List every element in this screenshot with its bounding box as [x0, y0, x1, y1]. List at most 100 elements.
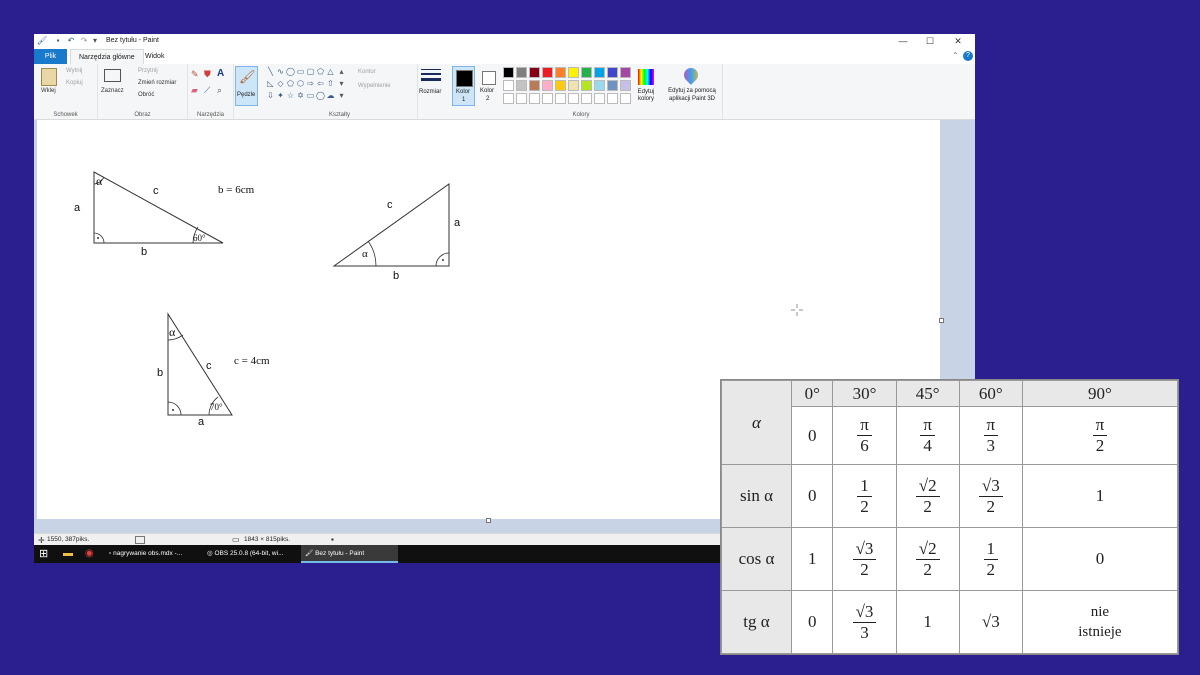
star5-shape-icon[interactable]: ☆ — [286, 91, 295, 100]
palette-color-swatch[interactable] — [607, 80, 618, 91]
shapes-scroll-up-icon[interactable]: ▴ — [337, 67, 346, 76]
palette-color-swatch[interactable] — [568, 67, 579, 78]
palette-color-swatch[interactable] — [620, 80, 631, 91]
paint3d-button[interactable]: Edytuj za pomocą aplikacji Paint 3D — [662, 87, 722, 103]
right-triangle-shape-icon[interactable]: ◺ — [266, 79, 275, 88]
select-button[interactable]: Zaznacz — [101, 88, 124, 94]
palette-color-swatch[interactable] — [594, 80, 605, 91]
eraser-icon[interactable]: ▰ — [191, 85, 198, 96]
palette-color-swatch[interactable] — [516, 80, 527, 91]
crop-button[interactable]: Przytnij — [138, 68, 158, 74]
tab-view[interactable]: Widok — [137, 49, 172, 64]
palette-custom-swatch[interactable] — [555, 93, 566, 104]
tab-file[interactable]: Plik — [34, 49, 67, 64]
rectangle-shape-icon[interactable]: ▭ — [296, 67, 305, 76]
star4-shape-icon[interactable]: ✦ — [276, 91, 285, 100]
palette-color-swatch[interactable] — [529, 80, 540, 91]
cloud-shape-icon[interactable]: ☁ — [326, 91, 335, 100]
arrow-left-shape-icon[interactable]: ⇦ — [316, 79, 325, 88]
star6-shape-icon[interactable]: ✡ — [296, 91, 305, 100]
paste-icon[interactable] — [41, 68, 57, 86]
arrow-right-shape-icon[interactable]: ⇨ — [306, 79, 315, 88]
hexagon-shape-icon[interactable]: ⬡ — [296, 79, 305, 88]
shapes-expand-icon[interactable]: ▾ — [337, 91, 346, 100]
palette-custom-swatch[interactable] — [516, 93, 527, 104]
palette-custom-swatch[interactable] — [568, 93, 579, 104]
palette-color-swatch[interactable] — [620, 67, 631, 78]
palette-color-swatch[interactable] — [529, 67, 540, 78]
palette-custom-swatch[interactable] — [503, 93, 514, 104]
diamond-shape-icon[interactable]: ◇ — [276, 79, 285, 88]
palette-custom-swatch[interactable] — [529, 93, 540, 104]
palette-color-swatch[interactable] — [503, 80, 514, 91]
palette-custom-swatch[interactable] — [594, 93, 605, 104]
tab-home[interactable]: Narzędzia główne — [70, 49, 144, 65]
magnifier-icon[interactable]: ⌕ — [217, 85, 222, 96]
palette-custom-swatch[interactable] — [542, 93, 553, 104]
palette-color-swatch[interactable] — [503, 67, 514, 78]
shapes-scroll-down-icon[interactable]: ▾ — [337, 79, 346, 88]
palette-custom-swatch[interactable] — [581, 93, 592, 104]
palette-color-swatch[interactable] — [542, 67, 553, 78]
canvas-resize-handle-bottom[interactable] — [486, 518, 491, 523]
copy-button[interactable]: Kopiuj — [66, 80, 83, 86]
pentagon-shape-icon[interactable]: ⬠ — [286, 79, 295, 88]
windows-start-icon[interactable]: ⊞ — [39, 545, 53, 563]
paint3d-icon[interactable] — [681, 65, 701, 85]
canvas-resize-handle-right[interactable] — [939, 318, 944, 323]
callout-oval-shape-icon[interactable]: ◯ — [316, 91, 325, 100]
palette-color-swatch[interactable] — [555, 80, 566, 91]
palette-color-swatch[interactable] — [555, 67, 566, 78]
chrome-icon[interactable]: ◉ — [85, 545, 97, 563]
fill-icon[interactable]: ⛊ — [204, 69, 211, 80]
text-icon[interactable]: A — [217, 68, 224, 79]
quick-access-dropdown-icon[interactable]: ▾ — [90, 36, 100, 46]
palette-color-swatch[interactable] — [581, 80, 592, 91]
taskbar-item-notes[interactable]: ▫ nagrywanie obs.mdx -... — [105, 545, 204, 563]
outline-button[interactable]: Kontur — [358, 69, 376, 75]
close-button[interactable]: ✕ — [944, 35, 972, 48]
palette-color-swatch[interactable] — [594, 67, 605, 78]
maximize-button[interactable]: ☐ — [916, 35, 944, 48]
palette-color-swatch[interactable] — [516, 67, 527, 78]
save-icon[interactable]: ▪ — [53, 36, 63, 46]
fill-button[interactable]: Wypełnienie — [358, 83, 391, 89]
select-icon[interactable] — [104, 69, 121, 82]
palette-color-swatch[interactable] — [542, 80, 553, 91]
triangle-shape-icon[interactable]: △ — [326, 67, 335, 76]
rotate-button[interactable]: Obróć — [138, 92, 154, 98]
curve-shape-icon[interactable]: ∿ — [276, 67, 285, 76]
taskbar-item-obs[interactable]: ◎ OBS 25.0.8 (64-bit, wi... — [203, 545, 301, 563]
undo-icon[interactable]: ↶ — [66, 36, 76, 46]
paste-button[interactable]: Wklej — [41, 88, 56, 94]
oval-shape-icon[interactable]: ◯ — [286, 67, 295, 76]
palette-color-swatch[interactable] — [581, 67, 592, 78]
help-icon[interactable]: ? — [963, 51, 973, 61]
edit-colors-button[interactable]: Edytuj kolory — [634, 67, 658, 107]
minimize-button[interactable]: — — [889, 35, 917, 48]
polygon-shape-icon[interactable]: ⬠ — [316, 67, 325, 76]
palette-color-swatch[interactable] — [568, 80, 579, 91]
collapse-ribbon-icon[interactable]: ⌃ — [952, 51, 959, 60]
palette-custom-swatch[interactable] — [607, 93, 618, 104]
arrow-down-shape-icon[interactable]: ⇩ — [266, 91, 275, 100]
callout-rect-shape-icon[interactable]: ▭ — [306, 91, 315, 100]
cut-button[interactable]: Wytnij — [66, 68, 82, 74]
taskbar-item-paint[interactable]: 🖌 Bez tytułu - Paint — [301, 545, 398, 563]
brushes-button[interactable]: 🖌 Pędzle — [235, 66, 258, 106]
color2-button[interactable]: Kolor 2 — [478, 66, 501, 106]
cell-value: 1 — [807, 549, 817, 568]
pencil-icon[interactable]: ✎ — [191, 69, 199, 80]
palette-custom-swatch[interactable] — [620, 93, 631, 104]
rounded-rect-shape-icon[interactable]: ▢ — [306, 67, 315, 76]
color-picker-icon[interactable]: ⟋ — [204, 85, 210, 96]
arrow-up-shape-icon[interactable]: ⇧ — [326, 79, 335, 88]
shapes-gallery[interactable]: ╲ ∿ ◯ ▭ ▢ ⬠ △ ◺ ◇ ⬠ ⬡ ⇨ ⇦ ⇧ ⇩ ✦ ☆ ✡ ▭ ◯ — [266, 67, 354, 103]
palette-color-swatch[interactable] — [607, 67, 618, 78]
color1-button[interactable]: Kolor 1 — [452, 66, 475, 106]
resize-button[interactable]: Zmień rozmiar — [138, 80, 176, 86]
line-shape-icon[interactable]: ╲ — [266, 67, 275, 76]
size-button[interactable]: Rozmiar — [419, 67, 445, 107]
file-explorer-icon[interactable]: ▬ — [63, 545, 75, 563]
redo-icon[interactable]: ↷ — [79, 36, 89, 46]
